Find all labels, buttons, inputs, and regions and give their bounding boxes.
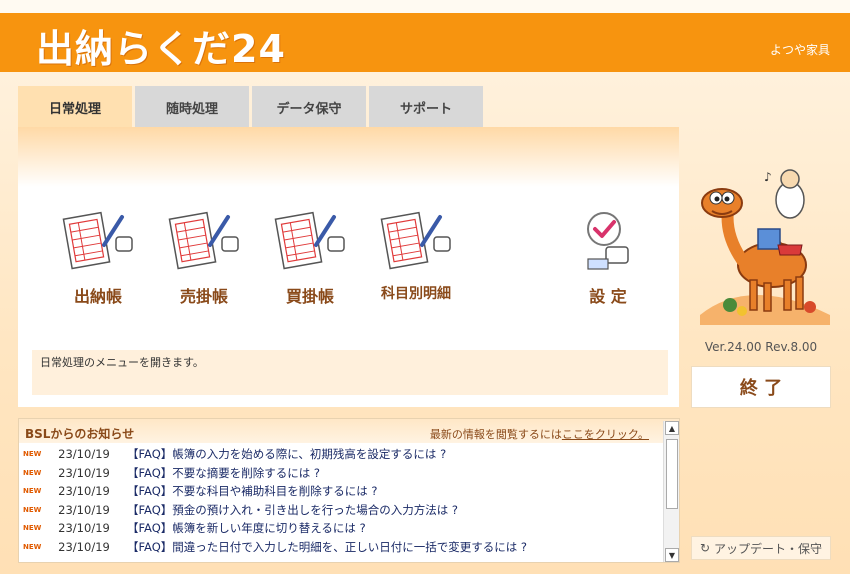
menu-cashbook[interactable]: 出納帳	[48, 207, 148, 307]
camel-leg	[749, 279, 758, 311]
app-header: 出納らくだ24 よつや家具	[0, 0, 850, 72]
music-note-icon: ♪	[764, 170, 772, 184]
news-date: 23/10/19	[58, 502, 110, 517]
ledger-form-icon	[62, 211, 133, 270]
saddle-blanket	[777, 244, 803, 256]
new-badge: NEW	[23, 450, 42, 459]
menu-settings[interactable]: 設 定	[558, 207, 658, 307]
menu-account-details[interactable]: 科目別明細	[366, 207, 466, 307]
news-date: 23/10/19	[58, 521, 110, 536]
news-item[interactable]: NEW 23/10/19 【FAQ】不要な科目や補助科目を削除するには ?	[19, 482, 659, 501]
news-text: 【FAQ】預金の預け入れ・引き出しを行った場合の入力方法は ?	[127, 502, 459, 517]
news-date: 23/10/19	[58, 465, 110, 480]
menu-receivables[interactable]: 売掛帳	[154, 207, 254, 307]
version-label: Ver.24.00 Rev.8.00	[704, 340, 818, 354]
news-list: NEW 23/10/19 【FAQ】帳簿の入力を始める際に、初期残高を設定するに…	[19, 445, 659, 556]
ledger-form-icon	[168, 211, 239, 270]
tab-support[interactable]: サポート	[369, 86, 483, 128]
cargo-item	[723, 298, 737, 312]
app-title: 出納らくだ24	[36, 27, 286, 71]
status-message: 日常処理のメニューを開きます。	[32, 350, 668, 395]
new-badge: NEW	[23, 542, 42, 551]
tab-occasional[interactable]: 随時処理	[135, 86, 249, 128]
news-text: 【FAQ】帳簿を新しい年度に切り替えるには ?	[127, 521, 366, 536]
news-date: 23/10/19	[58, 484, 110, 499]
news-item[interactable]: NEW 23/10/19 【FAQ】帳簿を新しい年度に切り替えるには ?	[19, 519, 659, 538]
menu-cashbook-label: 出納帳	[73, 287, 122, 306]
ledger-form-icon	[274, 211, 345, 270]
news-scrollbar[interactable]: ▲ ▼	[663, 421, 679, 562]
new-badge: NEW	[23, 487, 42, 496]
menu-settings-label: 設 定	[589, 287, 627, 306]
new-badge: NEW	[23, 505, 42, 514]
camel-leg	[795, 276, 804, 310]
news-item[interactable]: NEW 23/10/19 【FAQ】不要な摘要を削除するには ?	[19, 464, 659, 483]
menu-account-details-label: 科目別明細	[381, 286, 451, 302]
news-text: 【FAQ】不要な摘要を削除するには ?	[127, 465, 321, 480]
news-header: BSLからのお知らせ 最新の情報を閲覧するにはここをクリック。	[19, 419, 679, 443]
luggage	[757, 228, 781, 250]
new-badge: NEW	[23, 524, 42, 533]
news-text: 【FAQ】不要な科目や補助科目を削除するには ?	[127, 484, 378, 499]
news-item[interactable]: NEW 23/10/19 【FAQ】預金の預け入れ・引き出しを行った場合の入力方…	[19, 501, 659, 520]
menu-receivables-label: 売掛帳	[179, 287, 228, 306]
camel-neck	[721, 204, 748, 266]
scroll-thumb[interactable]	[666, 439, 678, 509]
news-date: 23/10/19	[58, 539, 110, 554]
news-date: 23/10/19	[58, 447, 110, 462]
update-maintenance-label: アップデート・保守	[714, 541, 823, 556]
menu-payables-label: 買掛帳	[285, 287, 334, 306]
exit-button[interactable]: 終 了	[691, 366, 831, 408]
camel-leg	[783, 279, 792, 311]
main-tabs: 日常処理 随時処理 データ保守 サポート	[18, 86, 486, 128]
menu-payables[interactable]: 買掛帳	[260, 207, 360, 307]
refresh-icon: ↻	[699, 541, 711, 555]
news-link-prefix: 最新の情報を閲覧するにはここをクリック。	[429, 428, 649, 441]
news-text: 【FAQ】間違った日付で入力した明細を、正しい日付に一括で変更するには ?	[127, 539, 528, 554]
rider-head	[780, 169, 800, 189]
scroll-down-icon[interactable]: ▼	[665, 548, 679, 562]
camel-mascot-illustration: ♪	[700, 169, 830, 325]
company-name: よつや家具	[769, 43, 830, 57]
news-title: BSLからのお知らせ	[25, 427, 135, 441]
update-maintenance-button[interactable]: ↻ アップデート・保守	[691, 536, 831, 560]
camel-leg	[763, 282, 772, 312]
new-badge: NEW	[23, 468, 42, 477]
tab-daily[interactable]: 日常処理	[18, 86, 132, 128]
menu-panel: 出納帳 売掛帳 買掛帳 科目別明細 設 定 日常処理のメニューを開きます。	[18, 127, 679, 407]
ledger-form-icon	[380, 211, 451, 270]
camel-head	[701, 188, 743, 218]
cargo-item	[737, 306, 747, 316]
news-item[interactable]: NEW 23/10/19 【FAQ】間違った日付で入力した明細を、正しい日付に一…	[19, 538, 659, 557]
cargo-item	[804, 301, 816, 313]
news-link[interactable]: ここをクリック。	[562, 428, 649, 441]
settings-check-icon	[587, 212, 629, 270]
news-panel: BSLからのお知らせ 最新の情報を閲覧するにはここをクリック。 NEW 23/1…	[18, 418, 680, 563]
header-top-strip	[0, 0, 850, 13]
scroll-up-icon[interactable]: ▲	[665, 421, 679, 435]
news-item[interactable]: NEW 23/10/19 【FAQ】帳簿の入力を始める際に、初期残高を設定するに…	[19, 445, 659, 464]
tab-data-maintenance[interactable]: データ保守	[252, 86, 366, 128]
news-text: 【FAQ】帳簿の入力を始める際に、初期残高を設定するには ?	[127, 447, 447, 462]
